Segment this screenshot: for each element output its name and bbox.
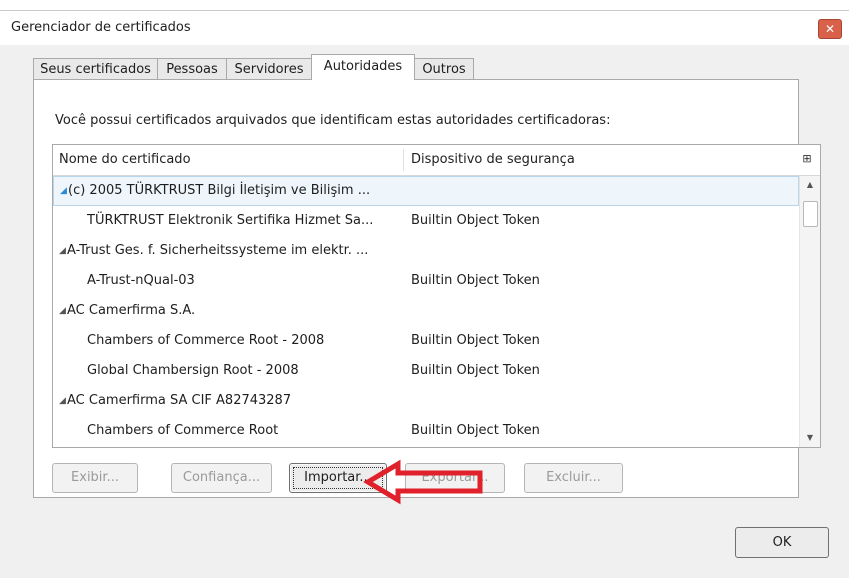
certificate-tree[interactable]: Nome do certificado Dispositivo de segur… [52, 144, 821, 448]
scroll-down-arrow-icon[interactable]: ▼ [800, 429, 820, 447]
tab-autoridades[interactable]: Autoridades [311, 54, 415, 80]
tree-child-row[interactable]: Chambers of Commerce Root - 2008 Builtin… [53, 326, 799, 356]
row-name: Global Chambersign Root - 2008 [87, 363, 299, 378]
row-device: Builtin Object Token [411, 363, 540, 378]
ok-button[interactable]: OK [735, 527, 829, 558]
tree-child-row[interactable]: Chambers of Commerce Root Builtin Object… [53, 416, 799, 446]
row-name: A-Trust-nQual-03 [87, 273, 195, 288]
expand-triangle-icon[interactable]: ◢ [60, 177, 67, 205]
title-bar[interactable]: Gerenciador de certificados ✕ [0, 11, 849, 45]
tree-child-row[interactable]: TÜRKTRUST Elektronik Sertifika Hizmet Sa… [53, 206, 799, 236]
row-name: Chambers of Commerce Root - 2008 [87, 333, 325, 348]
tree-child-row[interactable]: Global Chambersign Root - 2008 Builtin O… [53, 356, 799, 386]
column-picker-icon[interactable]: ⊞ [800, 152, 814, 166]
trust-button[interactable]: Confiança... [171, 463, 272, 493]
vertical-scrollbar[interactable]: ▲ ▼ [799, 176, 820, 447]
tab-seus-certificados[interactable]: Seus certificados [33, 58, 158, 79]
expand-triangle-icon[interactable]: ◢ [59, 296, 66, 326]
expand-triangle-icon[interactable]: ◢ [59, 236, 66, 266]
tree-header: Nome do certificado Dispositivo de segur… [53, 145, 820, 176]
close-button[interactable]: ✕ [818, 19, 842, 39]
row-name: AC Camerfirma SA CIF A82743287 [67, 393, 292, 408]
row-name: TÜRKTRUST Elektronik Sertifika Hizmet Sa… [87, 213, 374, 228]
column-header-name[interactable]: Nome do certificado [59, 152, 191, 167]
tree-group-row[interactable]: ◢ A-Trust Ges. f. Sicherheitssysteme im … [53, 236, 799, 266]
tab-pessoas[interactable]: Pessoas [157, 58, 227, 79]
scrollbar-thumb[interactable] [803, 201, 818, 227]
close-icon: ✕ [824, 22, 836, 36]
expand-triangle-icon[interactable]: ◢ [59, 386, 66, 416]
scroll-up-arrow-icon[interactable]: ▲ [800, 176, 820, 194]
row-device: Builtin Object Token [411, 333, 540, 348]
tab-outros[interactable]: Outros [414, 58, 474, 79]
export-button[interactable]: Exportar... [405, 463, 505, 493]
tree-rows: ◢ (c) 2005 TÜRKTRUST Bilgi İletişim ve B… [53, 176, 799, 446]
tree-group-row[interactable]: ◢ AC Camerfirma S.A. [53, 296, 799, 326]
column-separator[interactable] [403, 149, 404, 171]
row-device: Builtin Object Token [411, 273, 540, 288]
tree-group-row[interactable]: ◢ AC Camerfirma SA CIF A82743287 [53, 386, 799, 416]
column-header-device[interactable]: Dispositivo de segurança [411, 152, 575, 167]
window-title: Gerenciador de certificados [11, 20, 191, 35]
tree-child-row[interactable]: A-Trust-nQual-03 Builtin Object Token [53, 266, 799, 296]
import-button[interactable]: Importar... [289, 463, 387, 493]
intro-text: Você possui certificados arquivados que … [55, 113, 611, 128]
row-device: Builtin Object Token [411, 213, 540, 228]
row-name: AC Camerfirma S.A. [67, 303, 196, 318]
view-button[interactable]: Exibir... [52, 463, 138, 493]
tab-servidores[interactable]: Servidores [226, 58, 312, 79]
row-name: (c) 2005 TÜRKTRUST Bilgi İletişim ve Bil… [68, 183, 371, 198]
delete-button[interactable]: Excluir... [524, 463, 623, 493]
tree-group-row[interactable]: ◢ (c) 2005 TÜRKTRUST Bilgi İletişim ve B… [53, 176, 799, 206]
row-name: Chambers of Commerce Root [87, 423, 279, 438]
row-name: A-Trust Ges. f. Sicherheitssysteme im el… [67, 243, 369, 258]
row-device: Builtin Object Token [411, 423, 540, 438]
